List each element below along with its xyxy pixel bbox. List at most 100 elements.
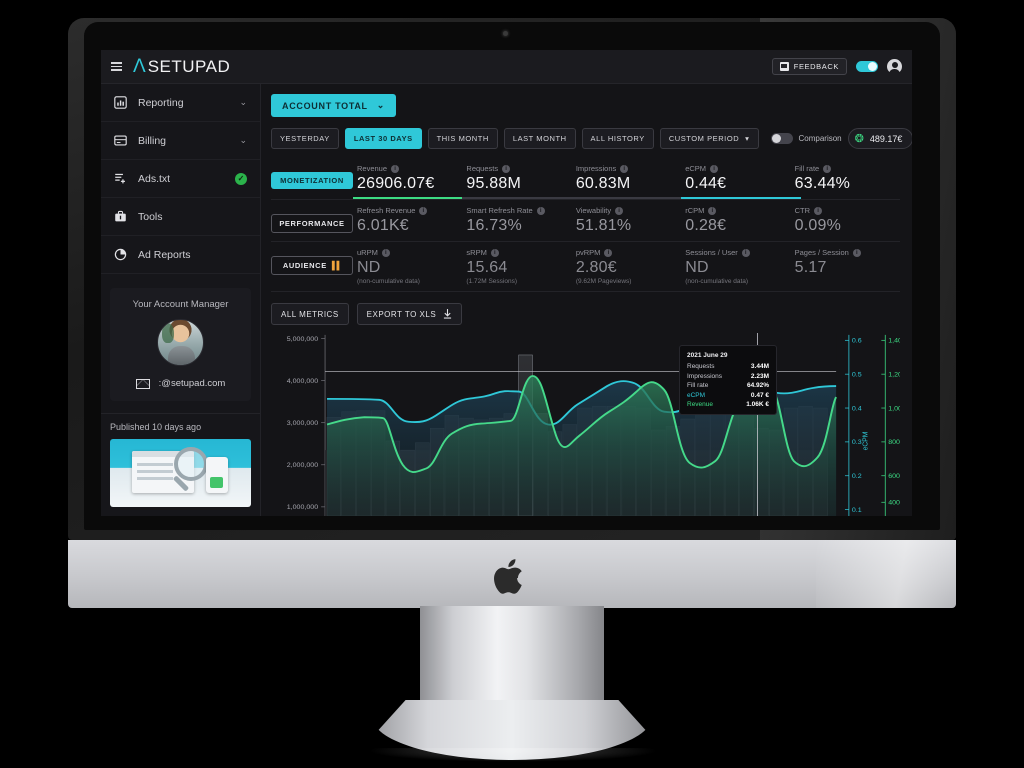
screenshot-stage: Λ SETUPAD FEEDBACK Reporting ⌄ Billing ⌄… (0, 0, 1024, 768)
account-manager-title: Your Account Manager (132, 299, 229, 310)
tooltip-key: Requests (687, 363, 715, 370)
metrics-panel: MONETIZATION Revenue i 26906.07€ Requests… (271, 158, 900, 292)
metric-value: 60.83M (575, 175, 631, 192)
metric-label: Smart Refresh Rate (466, 206, 533, 215)
filter-custom-period[interactable]: CUSTOM PERIOD ▾ (659, 128, 759, 149)
revenue-tick: 1,400 (888, 338, 900, 345)
revenue-tick: 1,200 (888, 372, 900, 379)
info-icon[interactable]: i (620, 164, 629, 173)
status-badge-verified: ✓ (235, 172, 247, 185)
sidebar-item-label: Reporting (138, 96, 184, 109)
filter-yesterday[interactable]: YESTERDAY (271, 128, 339, 149)
filter-this-month[interactable]: THIS MONTH (427, 128, 498, 149)
feedback-button[interactable]: FEEDBACK (771, 58, 847, 75)
metric-tag-monetization[interactable]: MONETIZATION (271, 172, 353, 189)
metric-tag-audience[interactable]: AUDIENCE ▌▌ (271, 256, 353, 275)
metric-subtext: (9.62M Pageviews) (575, 278, 632, 285)
info-icon[interactable]: i (615, 206, 624, 215)
y-tick: 2,000,000 (287, 462, 319, 469)
topbar-actions: FEEDBACK (771, 58, 902, 75)
metric-rcpm: rCPM i 0.28€ (681, 206, 790, 235)
metric-value: 26906.07€ (357, 175, 435, 192)
metric-cells: Refresh Revenue i 6.01K€ Smart Refresh Ra… (353, 206, 900, 235)
sidebar-item-reporting[interactable]: Reporting ⌄ (101, 84, 260, 122)
info-icon[interactable]: i (391, 164, 400, 173)
tooltip-value: 1.06K € (746, 401, 769, 408)
metric-subtext: (non-cumulative data) (685, 278, 749, 285)
ecpm-tick: 0.1 (852, 507, 862, 514)
metric-label: eCPM (685, 164, 707, 173)
setupad-dashboard-app: Λ SETUPAD FEEDBACK Reporting ⌄ Billing ⌄… (101, 50, 912, 516)
tooltip-row-revenue: Revenue 1.06K € (687, 401, 769, 408)
metric-pages-per-session: Pages / Session i 5.17 (791, 248, 900, 285)
chart-tooltip: 2021 June 29 Requests 3.44M Impressions … (679, 345, 777, 415)
y-tick: 5,000,000 (287, 336, 319, 343)
earnings-value: 489.17€ (869, 133, 903, 144)
info-icon[interactable]: i (708, 206, 717, 215)
publication-section: Published 10 days ago (101, 413, 260, 507)
metric-label: Impressions (575, 164, 617, 173)
feedback-label: FEEDBACK (793, 62, 839, 71)
brand-logo: Λ SETUPAD (133, 56, 230, 78)
download-icon (444, 309, 452, 319)
metric-smart-refresh-rate: Smart Refresh Rate i 16.73% (462, 206, 571, 235)
bar-chart-icon (114, 96, 127, 109)
custom-period-label: CUSTOM PERIOD (668, 134, 740, 143)
article-thumbnail[interactable] (110, 439, 251, 507)
tooltip-value: 0.47 € (750, 391, 769, 399)
metric-tag-performance[interactable]: PERFORMANCE (271, 214, 353, 233)
sidebar-item-label: Billing (138, 134, 167, 147)
metric-value: 0.44€ (685, 175, 727, 192)
sidebar-item-ad-reports[interactable]: Ad Reports (101, 236, 260, 274)
metric-value: 0.09% (794, 217, 841, 234)
tooltip-row-impressions: Impressions 2.23M (687, 373, 769, 380)
account-manager-email: :@setupad.com (158, 378, 226, 389)
account-avatar-icon[interactable] (887, 59, 902, 75)
info-icon[interactable]: i (490, 248, 499, 257)
theme-toggle[interactable] (856, 61, 878, 72)
export-to-xls-button[interactable]: EXPORT TO XLS (356, 303, 463, 325)
y-tick: 1,000,000 (287, 504, 319, 511)
info-icon[interactable]: i (823, 164, 832, 173)
sidebar-item-ads-txt[interactable]: Ads.txt ✓ (101, 160, 260, 198)
account-total-label: ACCOUNT TOTAL (282, 100, 368, 111)
account-total-selector[interactable]: ACCOUNT TOTAL ⌄ (271, 94, 397, 117)
metric-value: 95.88M (466, 175, 521, 192)
filter-last-30-days[interactable]: LAST 30 DAYS (344, 128, 422, 149)
info-icon[interactable]: i (604, 248, 613, 257)
filter-all-history[interactable]: ALL HISTORY (581, 128, 654, 149)
chevron-down-icon: ⌄ (239, 135, 247, 145)
tooltip-value: 3.44M (750, 363, 769, 370)
info-icon[interactable]: i (536, 206, 545, 215)
metric-value: 5.17 (794, 259, 827, 276)
info-icon[interactable]: i (852, 248, 861, 257)
hamburger-icon[interactable] (105, 62, 127, 71)
info-icon[interactable]: i (381, 248, 390, 257)
filter-last-month[interactable]: LAST MONTH (503, 128, 576, 149)
comparison-toggle[interactable] (770, 133, 793, 144)
info-icon[interactable]: i (710, 164, 719, 173)
metric-subtext: (1.72M Sessions) (466, 278, 517, 285)
account-manager-contact[interactable]: :@setupad.com (118, 378, 243, 389)
info-icon[interactable]: i (502, 164, 511, 173)
feedback-icon (779, 62, 789, 71)
metric-value: 6.01K€ (357, 217, 409, 234)
metric-label: Sessions / User (685, 248, 738, 257)
chart-canvas: 5,000,000 4,000,000 3,000,000 2,000,000 … (287, 333, 900, 516)
tooltip-value: 2.23M (750, 372, 769, 380)
phone-illustration (206, 457, 228, 493)
info-icon[interactable]: i (814, 206, 823, 215)
sidebar-item-billing[interactable]: Billing ⌄ (101, 122, 260, 160)
webcam-icon (503, 31, 508, 36)
metric-value: 63.44% (794, 175, 851, 192)
info-icon[interactable]: i (741, 248, 750, 257)
info-icon[interactable]: i (419, 206, 428, 215)
performance-chart[interactable]: 5,000,000 4,000,000 3,000,000 2,000,000 … (271, 333, 900, 516)
ecpm-tick: 0.6 (852, 338, 862, 345)
metric-value: 15.64 (466, 259, 508, 276)
sidebar-item-tools[interactable]: Tools (101, 198, 260, 236)
all-metrics-button[interactable]: ALL METRICS (271, 303, 349, 325)
flame-icon: ❂ (854, 133, 864, 145)
sidebar-item-label: Ad Reports (138, 248, 191, 261)
metric-requests: Requests i 95.88M (462, 164, 583, 199)
